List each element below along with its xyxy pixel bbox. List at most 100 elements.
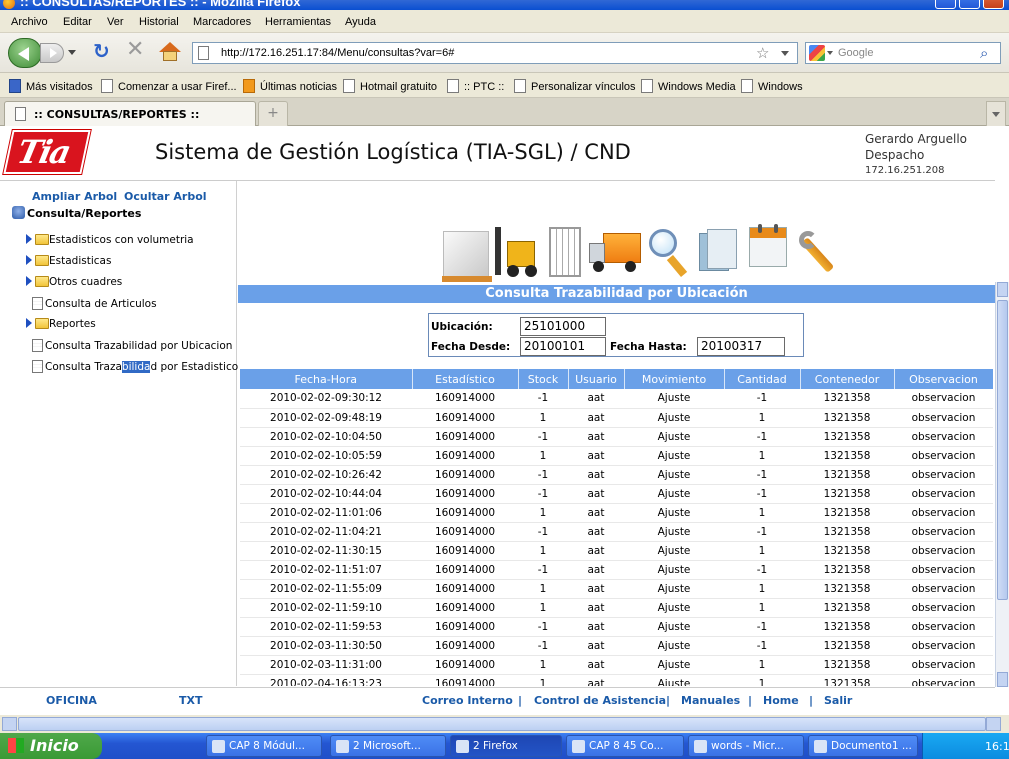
- magnifier-icon[interactable]: [649, 229, 689, 277]
- horizontal-scroll-thumb[interactable]: [18, 717, 986, 731]
- col-contenedor[interactable]: Contenedor: [800, 369, 895, 389]
- tree-root[interactable]: Consulta/Reportes: [12, 206, 141, 220]
- table-row[interactable]: 2010-02-02-11:30:15 160914000 1 aat Ajuste 1 1…: [240, 541, 993, 561]
- table-row[interactable]: 2010-02-02-11:51:07 160914000 -1 aat Ajuste -…: [240, 560, 993, 580]
- fecha-hasta-input[interactable]: 20100317: [697, 337, 785, 356]
- scroll-left-button[interactable]: [2, 717, 17, 731]
- search-engine-dropdown-icon[interactable]: [827, 51, 833, 55]
- google-icon[interactable]: [809, 45, 825, 61]
- footer-home[interactable]: Home: [763, 694, 799, 707]
- table-row[interactable]: 2010-02-02-10:26:42 160914000 -1 aat Ajuste -…: [240, 465, 993, 485]
- close-button[interactable]: [983, 0, 1004, 9]
- table-row[interactable]: 2010-02-02-11:04:21 160914000 -1 aat Ajuste -…: [240, 522, 993, 542]
- table-row[interactable]: 2010-02-04-16:13:23 160914000 1 aat Ajuste 1 1…: [240, 674, 993, 686]
- table-row[interactable]: 2010-02-02-09:48:19 160914000 1 aat Ajuste 1 1…: [240, 408, 993, 428]
- table-row[interactable]: 2010-02-02-09:30:12 160914000 -1 aat Ajuste -…: [240, 389, 993, 409]
- table-row[interactable]: 2010-02-02-11:59:10 160914000 1 aat Ajuste 1 1…: [240, 598, 993, 618]
- scroll-up-button[interactable]: [997, 282, 1008, 297]
- footer-manuales[interactable]: Manuales: [681, 694, 740, 707]
- tree-item-estadisticos-volumetria[interactable]: Estadisticos con volumetria: [26, 234, 194, 246]
- menu-archivo[interactable]: Archivo: [11, 16, 48, 28]
- reload-icon[interactable]: ↻: [93, 41, 110, 61]
- hide-tree-link[interactable]: Ocultar Arbol: [124, 190, 207, 203]
- col-cantidad[interactable]: Cantidad: [724, 369, 801, 389]
- new-tab-button[interactable]: +: [258, 101, 288, 126]
- taskbar-item-cap8-modul[interactable]: CAP 8 Módul...: [206, 735, 322, 757]
- table-row[interactable]: 2010-02-02-11:55:09 160914000 1 aat Ajuste 1 1…: [240, 579, 993, 599]
- table-row[interactable]: 2010-02-02-10:44:04 160914000 -1 aat Ajuste -…: [240, 484, 993, 504]
- back-button[interactable]: [8, 38, 42, 68]
- expand-arrow-icon[interactable]: [26, 276, 32, 286]
- bookmark-ultimas-noticias[interactable]: Últimas noticias: [243, 79, 337, 93]
- url-bar[interactable]: http://172.16.251.17:84/Menu/consultas?v…: [192, 42, 798, 64]
- tree-item-consulta-articulos[interactable]: Consulta de Articulos: [32, 297, 157, 310]
- taskbar-item-firefox[interactable]: 2 Firefox: [450, 735, 562, 757]
- fecha-desde-input[interactable]: 20100101: [520, 337, 606, 356]
- ubicacion-input[interactable]: 25101000: [520, 317, 606, 336]
- taskbar-item-words[interactable]: words - Micr...: [688, 735, 804, 757]
- menu-historial[interactable]: Historial: [139, 16, 179, 28]
- taskbar-item-documento1[interactable]: Documento1 ...: [808, 735, 918, 757]
- search-placeholder[interactable]: Google: [838, 47, 873, 59]
- history-dropdown-icon[interactable]: [68, 50, 76, 55]
- taskbar-item-cap8-45[interactable]: CAP 8 45 Co...: [566, 735, 684, 757]
- tree-item-trazabilidad-ubicacion[interactable]: Consulta Trazabilidad por Ubicacion: [32, 339, 232, 352]
- start-button[interactable]: Inicio: [0, 733, 102, 759]
- table-row[interactable]: 2010-02-03-11:30:50 160914000 -1 aat Ajuste -…: [240, 636, 993, 656]
- forward-button[interactable]: [40, 43, 64, 63]
- expand-arrow-icon[interactable]: [26, 255, 32, 265]
- tab-consultas[interactable]: :: CONSULTAS/REPORTES ::: [4, 101, 256, 126]
- cage-cart-icon[interactable]: [549, 227, 581, 277]
- col-observacion[interactable]: Observacion: [894, 369, 993, 389]
- footer-oficina[interactable]: OFICINA: [46, 694, 97, 707]
- table-row[interactable]: 2010-02-02-11:59:53 160914000 -1 aat Ajuste -…: [240, 617, 993, 637]
- minimize-button[interactable]: [935, 0, 956, 9]
- bookmark-mas-visitados[interactable]: Más visitados: [9, 79, 93, 93]
- url-dropdown-icon[interactable]: [781, 51, 789, 56]
- col-estadistico[interactable]: Estadístico: [412, 369, 519, 389]
- stop-icon[interactable]: ✕: [126, 39, 144, 61]
- bookmark-ptc[interactable]: :: PTC ::: [447, 79, 504, 93]
- expand-arrow-icon[interactable]: [26, 234, 32, 244]
- table-row[interactable]: 2010-02-02-10:04:50 160914000 -1 aat Ajuste -…: [240, 427, 993, 447]
- tab-list-button[interactable]: [986, 101, 1006, 126]
- menu-ayuda[interactable]: Ayuda: [345, 16, 376, 28]
- col-usuario[interactable]: Usuario: [568, 369, 625, 389]
- vertical-scrollbar[interactable]: [995, 282, 1009, 687]
- bookmark-windows-media[interactable]: Windows Media: [641, 79, 736, 93]
- maximize-button[interactable]: [959, 0, 980, 9]
- footer-correo-interno[interactable]: Correo Interno: [422, 694, 513, 707]
- tree-item-estadisticas[interactable]: Estadisticas: [26, 255, 111, 267]
- bookmark-comenzar[interactable]: Comenzar a usar Firef...: [101, 79, 237, 93]
- footer-txt[interactable]: TXT: [179, 694, 203, 707]
- forklift-icon[interactable]: [495, 227, 539, 277]
- scroll-right-button[interactable]: [986, 717, 1001, 731]
- expand-tree-link[interactable]: Ampliar Arbol: [32, 190, 117, 203]
- bookmark-windows[interactable]: Windows: [741, 79, 803, 93]
- col-movimiento[interactable]: Movimiento: [624, 369, 725, 389]
- documents-icon[interactable]: [699, 229, 739, 275]
- menu-marcadores[interactable]: Marcadores: [193, 16, 251, 28]
- expand-arrow-icon[interactable]: [26, 318, 32, 328]
- table-row[interactable]: 2010-02-03-11:31:00 160914000 1 aat Ajuste 1 1…: [240, 655, 993, 675]
- footer-control-asistencia[interactable]: Control de Asistencia: [534, 694, 666, 707]
- tree-item-trazabilidad-estadistico[interactable]: Consulta Trazabilidad por Estadistico: [32, 360, 238, 373]
- url-text[interactable]: http://172.16.251.17:84/Menu/consultas?v…: [221, 47, 454, 59]
- calendar-icon[interactable]: [749, 224, 787, 267]
- bookmark-personalizar[interactable]: Personalizar vínculos: [514, 79, 636, 93]
- delivery-truck-icon[interactable]: [589, 233, 641, 273]
- taskbar-item-microsoft[interactable]: 2 Microsoft...: [330, 735, 446, 757]
- scroll-thumb[interactable]: [997, 300, 1008, 600]
- menu-editar[interactable]: Editar: [63, 16, 92, 28]
- search-icon[interactable]: ⌕: [980, 44, 988, 62]
- col-fecha-hora[interactable]: Fecha-Hora: [240, 369, 413, 389]
- menu-herramientas[interactable]: Herramientas: [265, 16, 331, 28]
- bookmark-hotmail[interactable]: Hotmail gratuito: [343, 79, 437, 93]
- horizontal-scrollbar[interactable]: [0, 715, 1009, 733]
- footer-salir[interactable]: Salir: [824, 694, 852, 707]
- home-icon[interactable]: [159, 42, 181, 62]
- search-box[interactable]: Google ⌕: [805, 42, 1001, 64]
- col-stock[interactable]: Stock: [518, 369, 569, 389]
- tree-item-otros-cuadres[interactable]: Otros cuadres: [26, 276, 122, 288]
- wrench-icon[interactable]: [799, 231, 839, 275]
